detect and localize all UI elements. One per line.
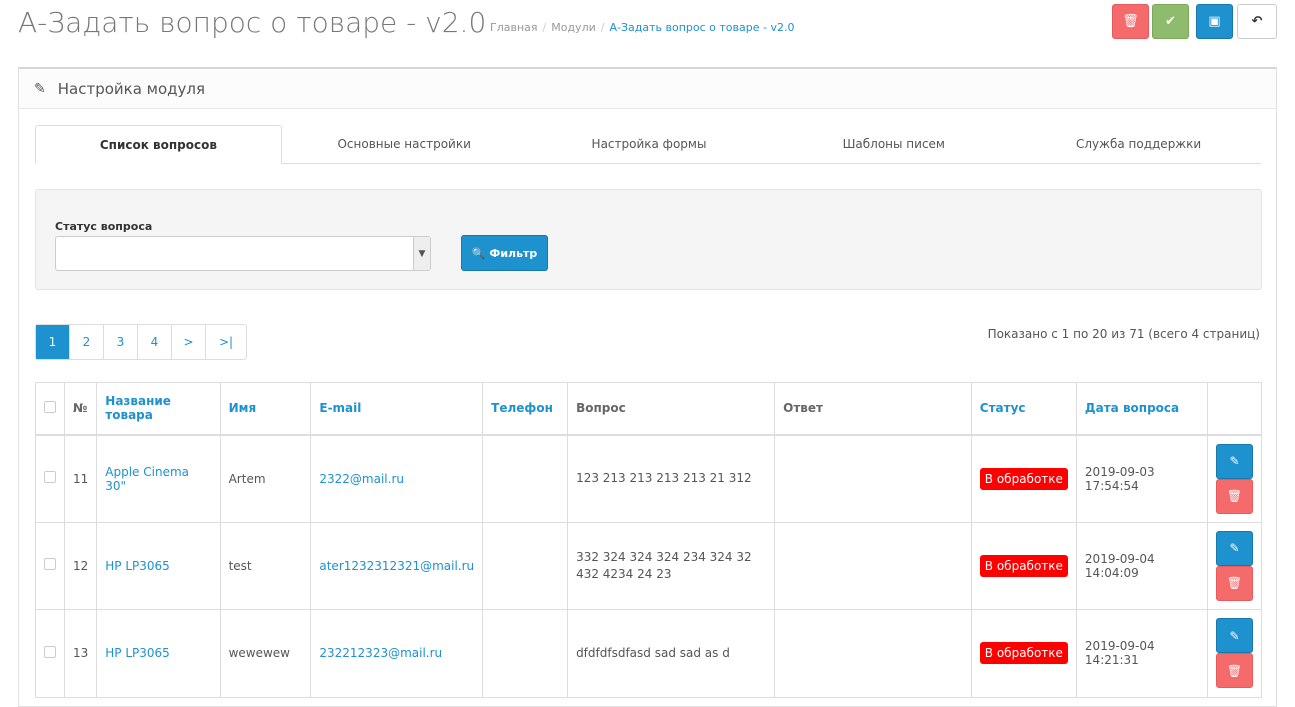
col-name[interactable]: Имя [219, 382, 312, 436]
cell-answer [774, 609, 972, 698]
edit-button[interactable]: ✎ [1216, 443, 1253, 479]
tab-questions[interactable]: Список вопросов [35, 125, 282, 164]
delete-row-button[interactable]: 🗑 [1216, 478, 1253, 514]
page-title: А-Задать вопрос о товаре - v2.0 [18, 6, 487, 39]
delete-button[interactable]: 🗑 [1112, 4, 1149, 39]
product-link[interactable]: HP LP3065 [105, 646, 170, 660]
tab-support[interactable]: Служба поддержки [1016, 125, 1261, 163]
status-select[interactable]: ▼ [55, 236, 431, 271]
cell-phone [482, 609, 569, 698]
col-phone[interactable]: Телефон [482, 382, 569, 436]
trash-icon: 🗑 [1122, 14, 1139, 29]
cell-id: 13 [63, 609, 98, 698]
filter-button[interactable]: 🔍 Фильтр [461, 235, 548, 271]
panel-heading: ✎ Настройка модуля [19, 69, 1276, 109]
page-1[interactable]: 1 [36, 325, 70, 359]
col-product[interactable]: Название товара [96, 382, 221, 436]
product-link[interactable]: HP LP3065 [105, 559, 170, 573]
breadcrumb-current[interactable]: А-Задать вопрос о товаре - v2.0 [609, 21, 794, 34]
pencil-icon: ✎ [1229, 454, 1240, 468]
col-email[interactable]: E-mail [310, 382, 484, 436]
page-2[interactable]: 2 [70, 325, 104, 359]
table-row: 12 HP LP3065 test ater1232312321@mail.ru… [35, 521, 1262, 610]
cell-date: 2019-09-04 14:04:09 [1075, 521, 1209, 610]
cell-name: Artem [219, 434, 312, 523]
cell-answer [774, 521, 972, 610]
trash-icon: 🗑 [1226, 576, 1243, 591]
table-row: 11 Apple Cinema 30" Artem 2322@mail.ru 1… [35, 434, 1262, 523]
cell-phone [482, 434, 569, 523]
cell-name: test [219, 521, 312, 610]
page-last[interactable]: >| [206, 325, 246, 359]
email-link[interactable]: 2322@mail.ru [319, 472, 404, 486]
page-3[interactable]: 3 [104, 325, 138, 359]
col-number: № [63, 382, 98, 436]
pencil-icon: ✎ [1229, 541, 1240, 556]
product-link[interactable]: Apple Cinema 30" [105, 465, 189, 493]
pagination-info: Показано с 1 по 20 из 71 (всего 4 страни… [987, 327, 1260, 341]
cell-question: dfdfdfsdfasd sad sad as d [567, 609, 776, 698]
cell-date: 2019-09-04 14:21:31 [1075, 609, 1209, 698]
col-date[interactable]: Дата вопроса [1075, 382, 1209, 436]
email-link[interactable]: 232212323@mail.ru [319, 646, 442, 660]
chevron-down-icon: ▼ [413, 237, 430, 270]
pagination: 1 2 3 4 > >| [35, 324, 247, 360]
row-checkbox[interactable] [44, 645, 56, 658]
cell-name: wewewew [219, 609, 312, 698]
edit-button[interactable]: ✎ [1216, 618, 1253, 654]
cell-id: 11 [63, 434, 98, 523]
cell-date: 2019-09-03 17:54:54 [1075, 434, 1209, 523]
confirm-button[interactable]: ✔ [1152, 4, 1189, 39]
row-checkbox[interactable] [44, 558, 56, 571]
tab-email-templates[interactable]: Шаблоны писем [771, 125, 1016, 163]
cell-id: 12 [63, 521, 98, 610]
tab-main-settings[interactable]: Основные настройки [282, 125, 527, 163]
questions-table: № Название товара Имя E-mail Телефон Воп… [35, 382, 1262, 698]
delete-row-button[interactable]: 🗑 [1216, 565, 1253, 601]
breadcrumb-modules[interactable]: Модули [551, 21, 596, 34]
panel-title: Настройка модуля [57, 79, 206, 98]
page-next[interactable]: > [172, 325, 206, 359]
check-icon: ✔ [1165, 14, 1176, 29]
save-icon: ▣ [1208, 14, 1221, 29]
pencil-icon: ✎ [34, 80, 46, 97]
filter-well: Статус вопроса ▼ 🔍 Фильтр [35, 189, 1262, 290]
delete-row-button[interactable]: 🗑 [1216, 653, 1253, 689]
email-link[interactable]: ater1232312321@mail.ru [319, 559, 474, 573]
cell-phone [482, 521, 569, 610]
trash-icon: 🗑 [1226, 663, 1243, 678]
tab-form-settings[interactable]: Настройка формы [527, 125, 772, 163]
trash-icon: 🗑 [1226, 489, 1243, 503]
cell-question: 332 324 324 324 234 324 32 432 4234 24 2… [567, 521, 776, 610]
module-settings-panel: ✎ Настройка модуля Список вопросов Основн… [18, 67, 1277, 707]
reply-icon: ↶ [1251, 14, 1263, 29]
breadcrumb-home[interactable]: Главная [490, 21, 538, 34]
status-badge: В обработке [979, 642, 1068, 665]
select-all-checkbox[interactable] [44, 400, 56, 413]
tabs: Список вопросов Основные настройки Настр… [35, 125, 1261, 164]
col-actions [1207, 382, 1262, 436]
row-checkbox[interactable] [44, 471, 56, 483]
status-label: Статус вопроса [55, 220, 153, 233]
status-badge: В обработке [979, 554, 1068, 577]
col-status[interactable]: Статус [970, 382, 1077, 436]
back-button[interactable]: ↶ [1237, 4, 1277, 39]
status-badge: В обработке [979, 467, 1068, 490]
col-answer: Ответ [774, 382, 972, 436]
search-icon: 🔍 [471, 246, 486, 260]
cell-answer [774, 434, 972, 523]
save-button[interactable]: ▣ [1196, 4, 1233, 39]
filter-button-label: Фильтр [489, 246, 538, 260]
pencil-icon: ✎ [1229, 628, 1240, 643]
col-question: Вопрос [567, 382, 776, 436]
page-4[interactable]: 4 [138, 325, 172, 359]
breadcrumb: Главная / Модули / А-Задать вопрос о товаре … [490, 21, 795, 34]
cell-question: 123 213 213 213 213 21 312 [567, 434, 776, 523]
edit-button[interactable]: ✎ [1216, 530, 1253, 566]
table-row: 13 HP LP3065 wewewew 232212323@mail.ru d… [35, 609, 1262, 698]
